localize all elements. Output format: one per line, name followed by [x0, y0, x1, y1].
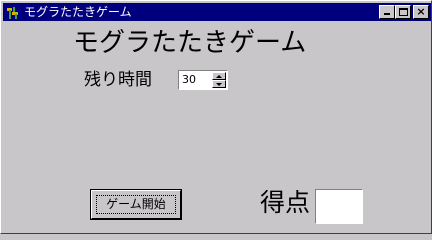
spinner-arrows: [212, 72, 226, 88]
score-label: 得点: [260, 188, 311, 217]
time-value[interactable]: 30: [182, 72, 196, 88]
start-game-button[interactable]: ゲーム開始: [90, 189, 182, 220]
title-bar[interactable]: モグラたたきゲーム ×: [3, 3, 431, 21]
maximize-button[interactable]: [395, 5, 411, 19]
remaining-time-label: 残り時間: [84, 70, 152, 90]
time-spinner[interactable]: 30: [178, 70, 228, 90]
close-button[interactable]: ×: [413, 5, 429, 19]
arrow-down-icon: [216, 83, 222, 86]
minimize-icon: [384, 13, 390, 15]
window-buttons: ×: [379, 5, 429, 19]
maximize-icon: [399, 8, 408, 16]
game-heading: モグラたたきゲーム: [73, 28, 307, 58]
start-game-label: ゲーム開始: [106, 197, 166, 211]
window-title: モグラたたきゲーム: [24, 5, 132, 19]
game-window: モグラたたきゲーム × モグラたたきゲーム 残り時間 30 ゲーム開始 得点: [0, 0, 432, 234]
close-icon: ×: [416, 5, 426, 18]
score-display: [315, 189, 363, 224]
minimize-button[interactable]: [379, 5, 395, 19]
spinner-up-button[interactable]: [212, 72, 226, 80]
hammer-icon[interactable]: [6, 5, 20, 19]
spinner-down-button[interactable]: [212, 80, 226, 88]
arrow-up-icon: [216, 75, 222, 78]
